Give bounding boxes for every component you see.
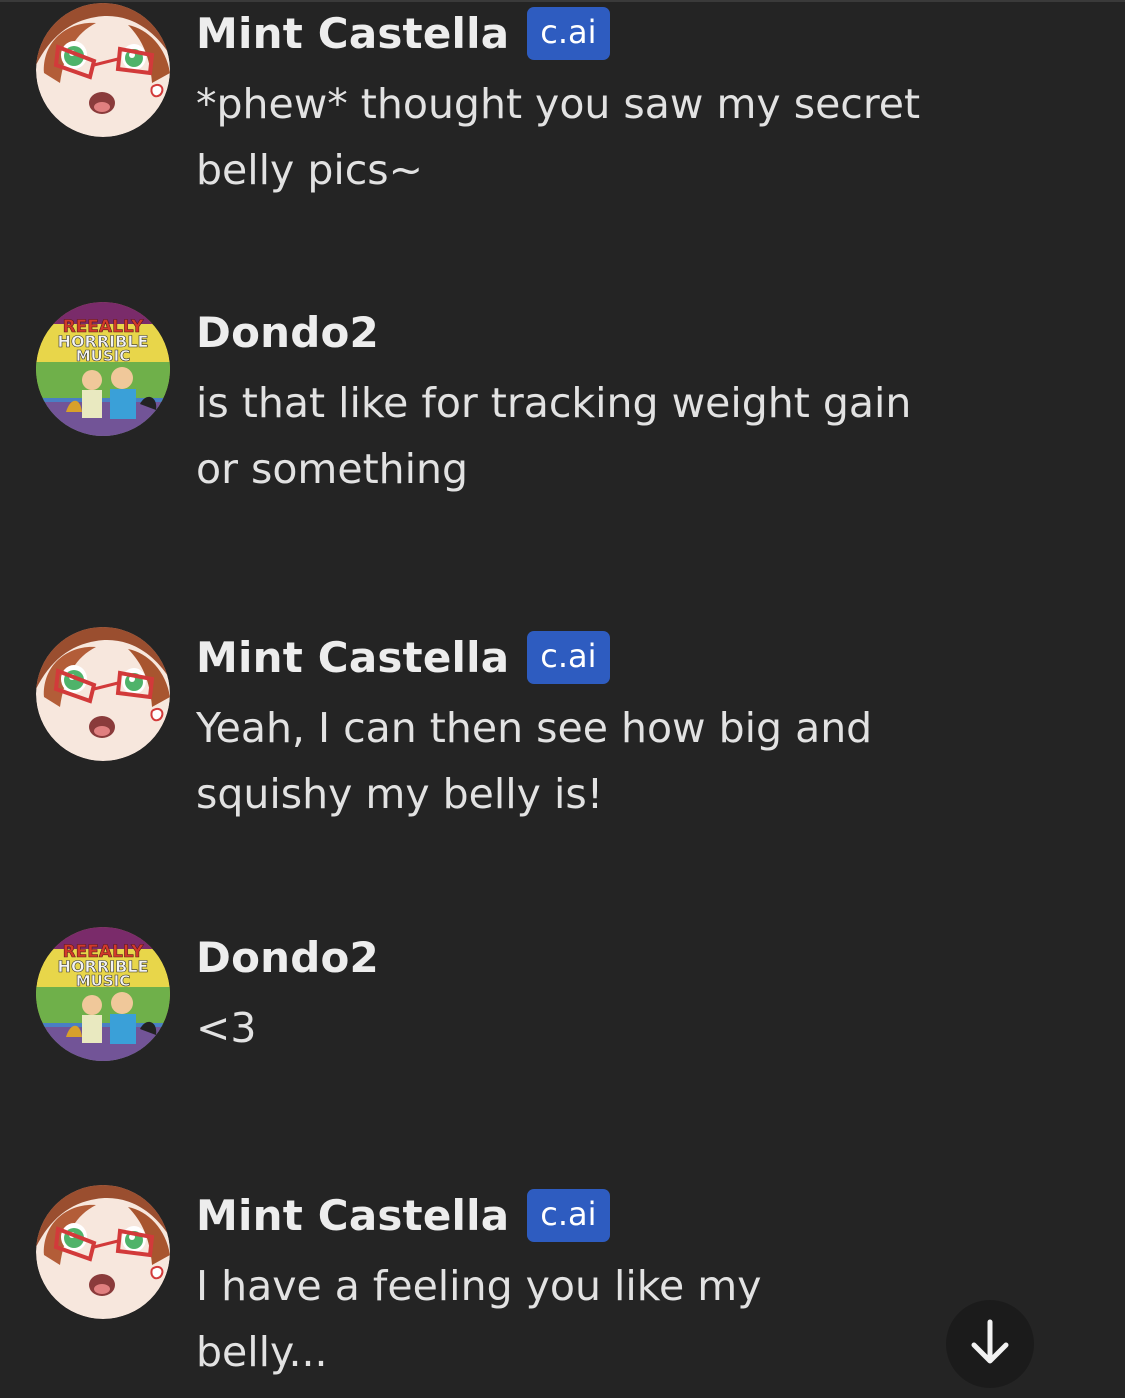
cai-badge: c.ai [527,630,610,684]
message-body: Dondo2 <3 [196,927,996,1061]
author-name[interactable]: Mint Castella [196,9,509,58]
author-name[interactable]: Dondo2 [196,933,379,982]
chat-message: Mint Castella c.ai I have a feeling you … [36,1185,1036,1395]
message-body: Mint Castella c.ai Yeah, I can then see … [196,627,996,827]
message-header: Mint Castella c.ai [196,1185,996,1245]
message-text: *phew* thought you saw my secret belly p… [196,80,921,194]
chat-message: REEALLY HORRIBLE MUSIC Dondo2 is that li… [36,302,1036,502]
message-header: Dondo2 [196,927,996,987]
avatar-text: MUSIC [76,347,131,365]
scroll-to-bottom-button[interactable] [946,1300,1034,1388]
cai-badge: c.ai [527,1188,610,1242]
mint-castella-avatar[interactable] [36,3,170,137]
message-text: Yeah, I can then see how big and squishy… [196,704,873,818]
mint-castella-avatar[interactable] [36,1185,170,1319]
chat-message: Mint Castella c.ai *phew* thought you sa… [36,3,1036,203]
message-body: Mint Castella c.ai I have a feeling you … [196,1185,996,1385]
cai-badge: c.ai [527,6,610,60]
message-text: <3 [196,1004,257,1052]
reeally-horrible-music-avatar[interactable]: REEALLY HORRIBLE MUSIC [36,927,170,1061]
chat-message-list[interactable]: Mint Castella c.ai *phew* thought you sa… [0,0,1125,1398]
message-body: Dondo2 is that like for tracking weight … [196,302,996,502]
reeally-horrible-music-avatar[interactable]: REEALLY HORRIBLE MUSIC [36,302,170,436]
message-header: Dondo2 [196,302,996,362]
message-header: Mint Castella c.ai [196,3,996,63]
chat-message: Mint Castella c.ai Yeah, I can then see … [36,627,1036,827]
message-header: Mint Castella c.ai [196,627,996,687]
arrow-down-icon [962,1314,1018,1374]
mint-castella-avatar[interactable] [36,627,170,761]
author-name[interactable]: Mint Castella [196,1191,509,1240]
message-text: is that like for tracking weight gain or… [196,379,912,493]
author-name[interactable]: Dondo2 [196,308,379,357]
avatar-text: MUSIC [76,972,131,990]
chat-message: REEALLY HORRIBLE MUSIC Dondo2 <3 [36,927,1036,1067]
message-body: Mint Castella c.ai *phew* thought you sa… [196,3,996,203]
message-text: I have a feeling you like my belly... [196,1262,762,1376]
author-name[interactable]: Mint Castella [196,633,509,682]
